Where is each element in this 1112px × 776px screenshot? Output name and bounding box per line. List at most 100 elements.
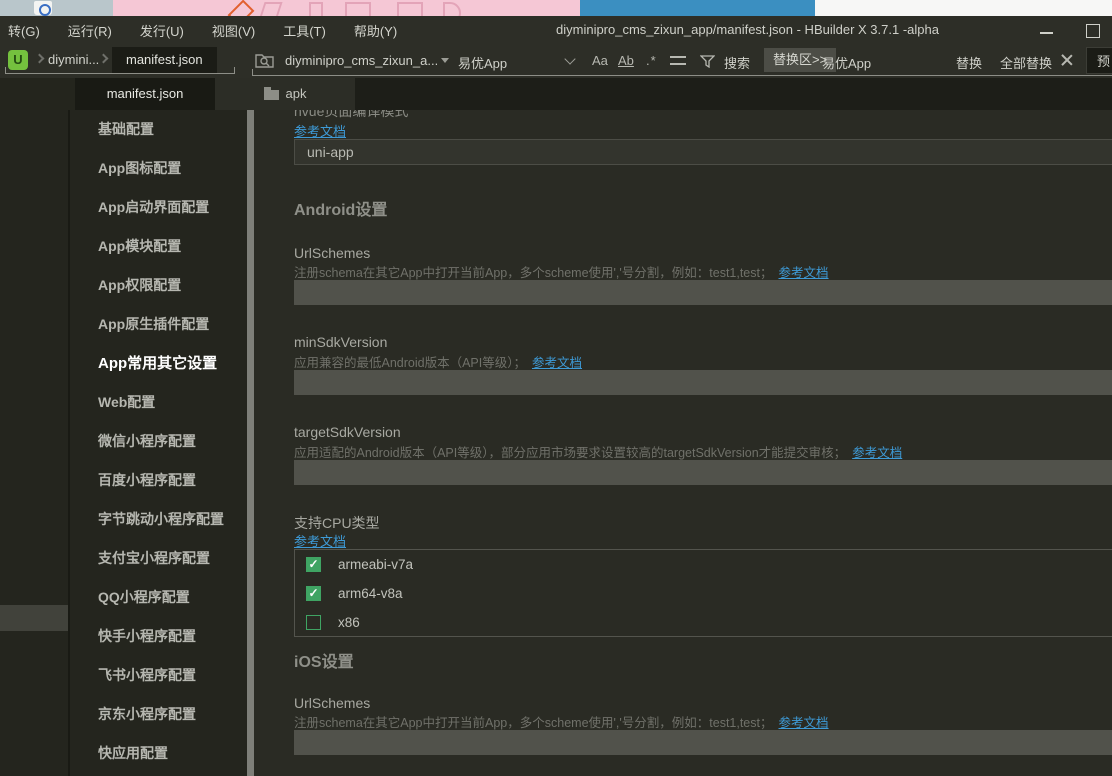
desktop-window-white (815, 0, 1112, 16)
android-urlschemes-input[interactable] (294, 280, 1112, 305)
android-urlschemes-description: 注册schema在其它App中打开当前App，多个scheme使用','号分割，… (294, 262, 829, 281)
compile-mode-field[interactable]: uni-app (294, 139, 1112, 165)
match-case-icon[interactable]: Aa (592, 53, 608, 68)
breadcrumb-separator-icon (35, 54, 45, 64)
search-scope-dropdown[interactable]: diyminipro_cms_zixun_a... (285, 53, 437, 68)
sidebar-item-app-module-config[interactable]: App模块配置 (70, 227, 247, 266)
tab-manifest-json[interactable]: manifest.json (75, 78, 215, 110)
cpu-option-armeabi-v7a[interactable]: armeabi-v7a (306, 557, 413, 572)
breadcrumb-separator-icon (99, 54, 109, 64)
search-in-folder-icon[interactable] (255, 52, 275, 69)
checkbox-armeabi-v7a[interactable] (306, 557, 321, 572)
description-text: 应用适配的Android版本（API等级），部分应用市场要求设置较高的targe… (294, 446, 846, 460)
nvue-compile-mode-label: nvue页面编译模式 (294, 110, 408, 121)
toolbar: diymini... manifest.json diyminipro_cms_… (0, 44, 1112, 78)
wallpaper-shape (443, 2, 461, 16)
chevron-down-icon[interactable] (441, 58, 449, 63)
menu-help[interactable]: 帮助(Y) (340, 21, 411, 40)
ios-settings-heading: iOS设置 (294, 648, 354, 672)
wallpaper-shape (257, 2, 282, 16)
wallpaper-shape (345, 2, 371, 16)
sidebar-item-jd-miniprogram-config[interactable]: 京东小程序配置 (70, 695, 247, 734)
description-text: 注册schema在其它App中打开当前App，多个scheme使用','号分割，… (294, 266, 773, 280)
breadcrumb-project[interactable]: diymini... (48, 52, 99, 67)
sidebar-scrollbar[interactable] (247, 110, 254, 776)
close-search-icon[interactable] (1060, 53, 1073, 66)
cpu-option-x86[interactable]: x86 (306, 615, 360, 630)
targetsdkversion-label: targetSdkVersion (294, 424, 401, 440)
wallpaper-shape (397, 2, 423, 16)
menu-run[interactable]: 运行(R) (54, 21, 126, 40)
sidebar-item-web-config[interactable]: Web配置 (70, 383, 247, 422)
project-panel-selected-item[interactable] (0, 605, 68, 631)
desktop-window-blue (580, 0, 815, 16)
whole-word-icon[interactable]: Ab (618, 53, 634, 68)
sidebar-item-feishu-miniprogram-config[interactable]: 飞书小程序配置 (70, 656, 247, 695)
checkbox-label: x86 (338, 615, 360, 630)
menu-publish[interactable]: 发行(U) (126, 21, 198, 40)
ios-urlschemes-input[interactable] (294, 730, 1112, 755)
minsdkversion-input[interactable] (294, 370, 1112, 395)
sidebar-item-kuaishou-miniprogram-config[interactable]: 快手小程序配置 (70, 617, 247, 656)
checkbox-x86[interactable] (306, 615, 321, 630)
targetsdkversion-input[interactable] (294, 460, 1112, 485)
manifest-config-sidebar: 基础配置 App图标配置 App启动界面配置 App模块配置 App权限配置 A… (70, 110, 247, 776)
checkbox-arm64-v8a[interactable] (306, 586, 321, 601)
android-settings-heading: Android设置 (294, 196, 387, 220)
window-title: diyminipro_cms_zixun_app/manifest.json -… (556, 16, 939, 44)
sidebar-item-app-launch-screen-config[interactable]: App启动界面配置 (70, 188, 247, 227)
sidebar-item-app-permission-config[interactable]: App权限配置 (70, 266, 247, 305)
reference-doc-link[interactable]: 参考文档 (532, 356, 582, 370)
recycle-bin-icon[interactable] (34, 1, 52, 15)
sidebar-item-app-icon-config[interactable]: App图标配置 (70, 149, 247, 188)
ios-urlschemes-description: 注册schema在其它App中打开当前App，多个scheme使用','号分割，… (294, 712, 829, 731)
manifest-editor-content: nvue页面编译模式 参考文档 uni-app Android设置 UrlSch… (254, 110, 1112, 776)
cpu-option-arm64-v8a[interactable]: arm64-v8a (306, 586, 403, 601)
checkbox-label: arm64-v8a (338, 586, 403, 601)
tab-bar-left-gap (0, 78, 75, 110)
cpu-type-label: 支持CPU类型 (294, 513, 380, 533)
checkbox-label: armeabi-v7a (338, 557, 413, 572)
tab-label: apk (286, 86, 307, 101)
sidebar-item-bytedance-miniprogram-config[interactable]: 字节跳动小程序配置 (70, 500, 247, 539)
desktop-area-left (0, 0, 113, 16)
sidebar-item-quickapp-config[interactable]: 快应用配置 (70, 734, 247, 773)
desktop-wallpaper-pink (113, 0, 580, 16)
chevron-down-icon[interactable] (564, 53, 575, 64)
cpu-type-group: armeabi-v7a arm64-v8a x86 (294, 549, 1112, 637)
description-text: 应用兼容的最低Android版本（API等级）； (294, 356, 526, 370)
sidebar-item-app-native-plugin-config[interactable]: App原生插件配置 (70, 305, 247, 344)
regex-icon[interactable]: .* (646, 53, 657, 68)
sidebar-item-app-common-other-settings[interactable]: App常用其它设置 (70, 344, 247, 383)
multiline-icon[interactable] (670, 56, 686, 65)
sidebar-item-basic-config[interactable]: 基础配置 (70, 110, 247, 149)
menu-view[interactable]: 视图(V) (198, 21, 269, 40)
minsdkversion-description: 应用兼容的最低Android版本（API等级）； 参考文档 (294, 352, 582, 371)
tab-apk[interactable]: apk (215, 78, 355, 110)
menu-goto[interactable]: 转(G) (0, 21, 54, 40)
filter-icon[interactable] (700, 55, 715, 68)
hbuilderx-window: 转(G) 运行(R) 发行(U) 视图(V) 工具(T) 帮助(Y) diymi… (0, 0, 1112, 776)
minsdkversion-label: minSdkVersion (294, 334, 387, 350)
desktop-background (0, 0, 1112, 16)
menu-bar: 转(G) 运行(R) 发行(U) 视图(V) 工具(T) 帮助(Y) (0, 16, 411, 44)
reference-doc-link[interactable]: 参考文档 (294, 531, 346, 550)
folder-icon (264, 90, 279, 100)
reference-doc-link[interactable]: 参考文档 (779, 266, 829, 280)
reference-doc-link[interactable]: 参考文档 (852, 446, 902, 460)
wallpaper-shape (309, 2, 323, 16)
sidebar-item-wechat-miniprogram-config[interactable]: 微信小程序配置 (70, 422, 247, 461)
menu-tools[interactable]: 工具(T) (269, 21, 340, 40)
maximize-button[interactable] (1078, 22, 1108, 38)
reference-doc-link[interactable]: 参考文档 (294, 121, 346, 140)
description-text: 注册schema在其它App中打开当前App，多个scheme使用','号分割，… (294, 716, 773, 730)
minimize-button[interactable] (1032, 22, 1062, 38)
tab-label: manifest.json (107, 86, 184, 101)
reference-doc-link[interactable]: 参考文档 (779, 716, 829, 730)
sidebar-item-alipay-miniprogram-config[interactable]: 支付宝小程序配置 (70, 539, 247, 578)
wallpaper-shape (228, 0, 255, 16)
sidebar-item-qq-miniprogram-config[interactable]: QQ小程序配置 (70, 578, 247, 617)
sidebar-item-baidu-miniprogram-config[interactable]: 百度小程序配置 (70, 461, 247, 500)
search-area-underline (252, 69, 1112, 76)
editor-tab-bar: manifest.json apk (0, 78, 1112, 110)
